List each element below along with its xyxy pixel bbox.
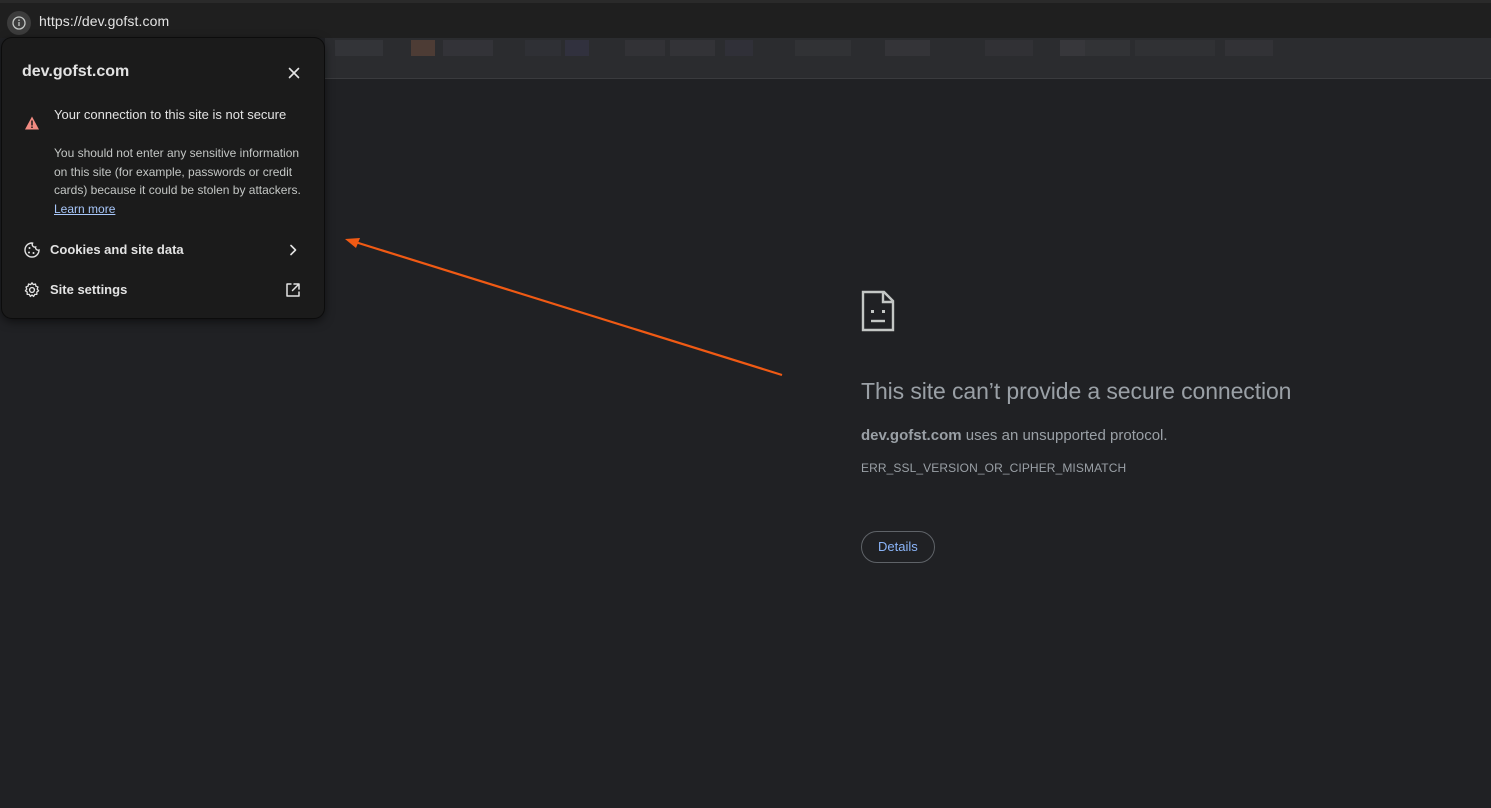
- chevron-right-icon: [290, 244, 297, 256]
- url-text[interactable]: https://dev.gofst.com: [39, 13, 169, 29]
- error-title: This site can’t provide a secure connect…: [861, 378, 1292, 404]
- cookie-icon: [24, 242, 40, 258]
- popup-title: dev.gofst.com: [22, 63, 130, 80]
- security-body-text: You should not enter any sensitive infor…: [54, 146, 301, 197]
- details-button[interactable]: Details: [861, 531, 935, 563]
- cookies-label: Cookies and site data: [50, 242, 184, 257]
- info-icon: [12, 16, 26, 30]
- learn-more-link[interactable]: Learn more: [54, 202, 115, 216]
- omnibox-bar: https://dev.gofst.com: [0, 0, 1491, 38]
- warning-triangle-icon: [25, 116, 39, 130]
- security-heading: Your connection to this site is not secu…: [54, 107, 287, 122]
- site-info-button[interactable]: [7, 11, 31, 35]
- site-settings-label: Site settings: [50, 282, 128, 297]
- external-link-icon: [286, 283, 300, 297]
- gear-icon: [24, 282, 40, 298]
- sad-document-icon: [861, 290, 895, 332]
- site-info-popup: dev.gofst.com Your connection to this si…: [2, 38, 324, 318]
- close-icon[interactable]: [285, 64, 303, 82]
- site-settings-row[interactable]: Site settings: [2, 272, 324, 308]
- error-domain: dev.gofst.com: [861, 427, 962, 444]
- bookmarks-strip: [325, 38, 1491, 79]
- error-description: dev.gofst.com uses an unsupported protoc…: [861, 427, 1421, 444]
- error-code: ERR_SSL_VERSION_OR_CIPHER_MISMATCH: [861, 461, 1127, 475]
- cookies-row[interactable]: Cookies and site data: [2, 232, 324, 268]
- error-description-suffix: uses an unsupported protocol.: [961, 427, 1168, 444]
- security-body: You should not enter any sensitive infor…: [54, 144, 309, 218]
- error-content: This site can’t provide a secure connect…: [861, 290, 1421, 563]
